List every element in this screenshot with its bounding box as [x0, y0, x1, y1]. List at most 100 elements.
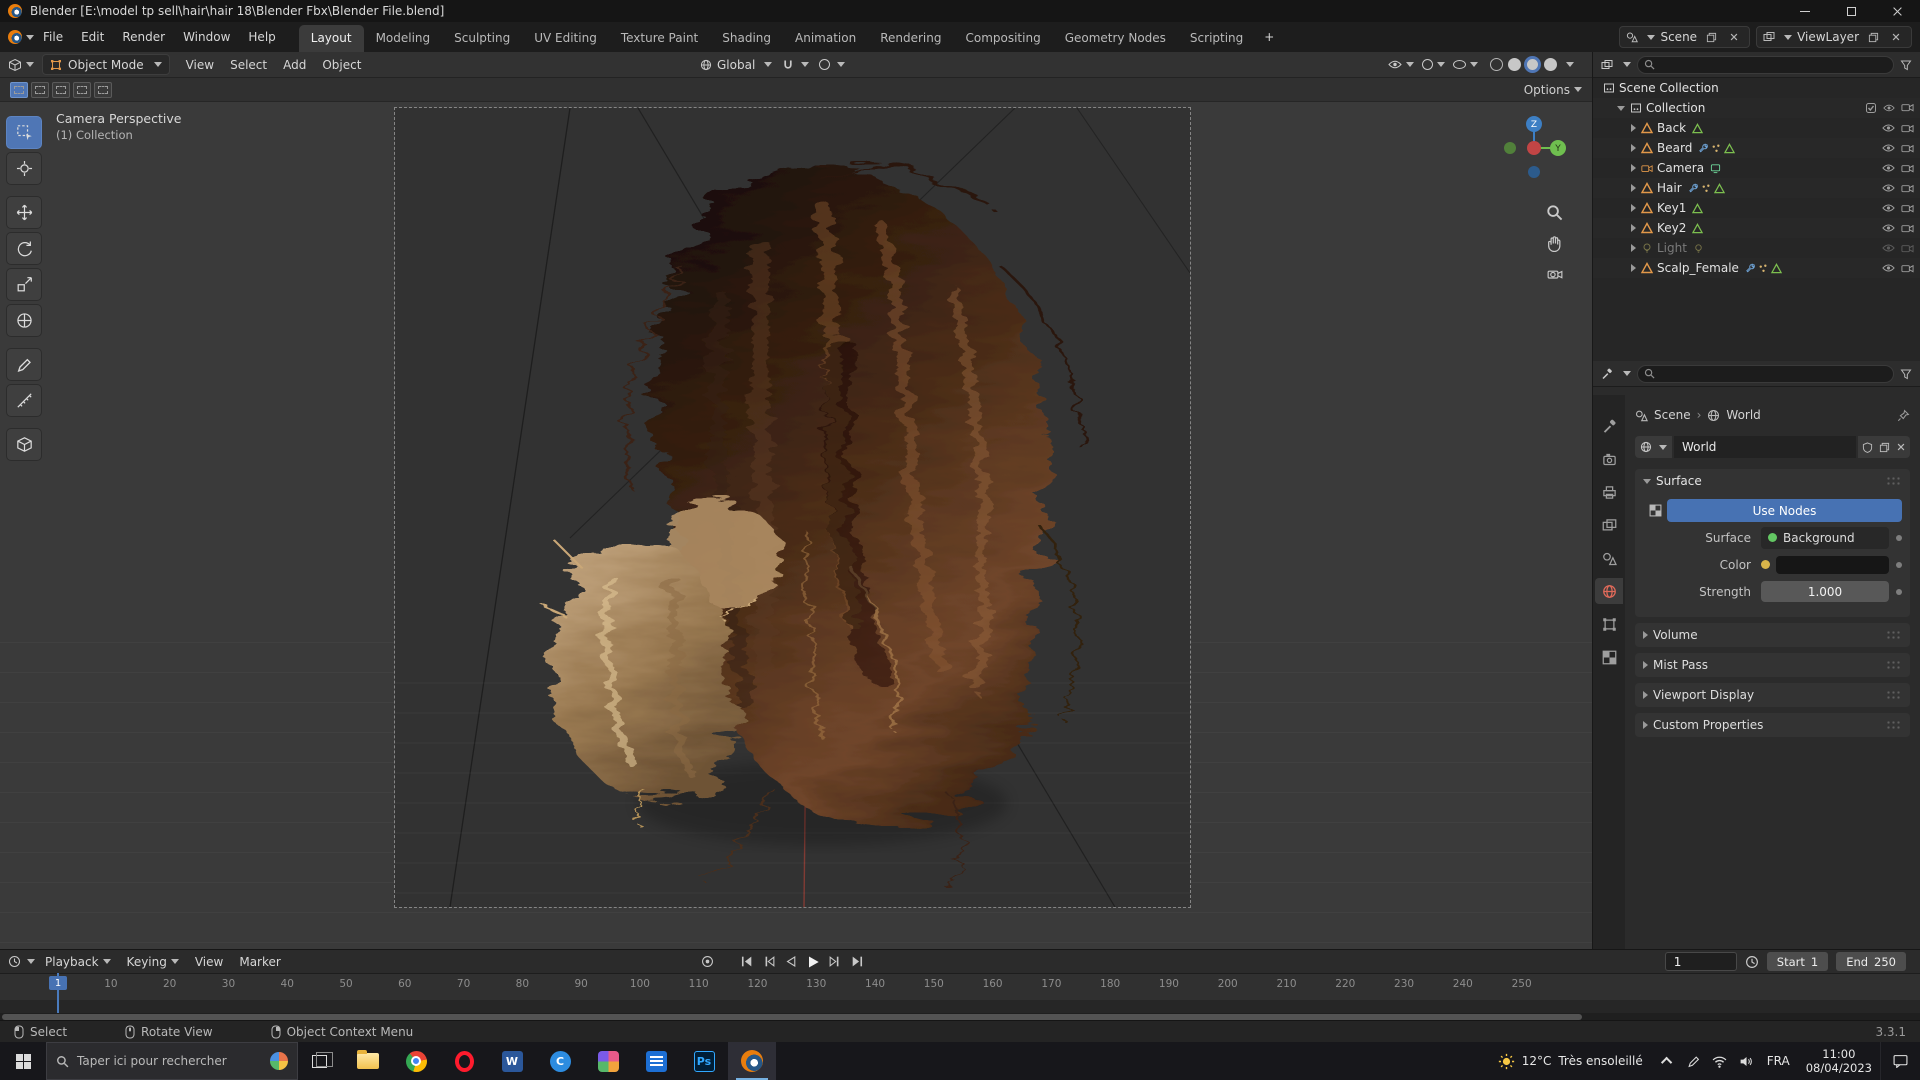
- weather-widget[interactable]: 12°C Très ensoleillé: [1486, 1042, 1655, 1080]
- properties-search-input[interactable]: [1637, 364, 1894, 383]
- collection-checkbox-icon[interactable]: [1865, 102, 1877, 114]
- taskbar-app-chrome[interactable]: [392, 1042, 440, 1080]
- expander-icon[interactable]: [1631, 184, 1636, 192]
- navigation-gizmo[interactable]: Z Y: [1500, 114, 1568, 182]
- shading-wireframe-button[interactable]: [1490, 58, 1503, 71]
- expander-icon[interactable]: [1631, 144, 1636, 152]
- taskbar-app-photoshop[interactable]: Ps: [680, 1042, 728, 1080]
- playback-range-icon[interactable]: [1745, 955, 1759, 969]
- visibility-dropdown[interactable]: [1388, 59, 1414, 70]
- prop-tab-output[interactable]: [1595, 479, 1623, 505]
- new-viewlayer-button[interactable]: [1864, 28, 1882, 46]
- prop-tab-texture[interactable]: [1595, 644, 1623, 670]
- auto-key-toggle[interactable]: [700, 954, 715, 969]
- outliner-item-row[interactable]: Key2: [1593, 218, 1920, 238]
- maximize-button[interactable]: [1828, 0, 1874, 22]
- play-reverse-button[interactable]: [783, 954, 798, 969]
- collapsed-panel[interactable]: Mist Pass: [1635, 653, 1910, 677]
- hide-render-icon[interactable]: [1901, 102, 1914, 112]
- hide-render-icon[interactable]: [1901, 123, 1914, 133]
- prop-tab-object[interactable]: [1595, 611, 1623, 637]
- taskbar-app-blender[interactable]: [728, 1042, 776, 1080]
- hide-render-icon[interactable]: [1901, 223, 1914, 233]
- hide-render-icon[interactable]: [1901, 183, 1914, 193]
- hide-render-icon[interactable]: [1901, 263, 1914, 273]
- filter-icon[interactable]: [1900, 368, 1912, 380]
- collapsed-panel[interactable]: Volume: [1635, 623, 1910, 647]
- workspace-tab[interactable]: Geometry Nodes: [1053, 25, 1178, 52]
- notification-center-button[interactable]: [1880, 1042, 1920, 1080]
- gizmo-x-axis[interactable]: [1527, 141, 1541, 155]
- hide-viewport-icon[interactable]: [1883, 102, 1895, 114]
- unlink-icon[interactable]: [1896, 442, 1906, 452]
- viewport-menu[interactable]: View: [178, 55, 222, 75]
- workspace-tab[interactable]: Sculpting: [442, 25, 522, 52]
- new-scene-button[interactable]: [1702, 28, 1720, 46]
- world-name-field[interactable]: World: [1674, 436, 1856, 458]
- duplicate-icon[interactable]: [1879, 442, 1890, 453]
- breadcrumb-world[interactable]: World: [1726, 408, 1760, 422]
- taskbar-app-c-app[interactable]: C: [536, 1042, 584, 1080]
- viewport-3d[interactable]: Camera Perspective (1) Collection Z Y: [0, 102, 1592, 949]
- outliner-collection-row[interactable]: Collection: [1593, 98, 1920, 118]
- hide-render-icon[interactable]: [1901, 163, 1914, 173]
- annotate-tool[interactable]: [6, 348, 42, 381]
- select-mode-extend-button[interactable]: [31, 81, 49, 98]
- shading-rendered-button[interactable]: [1544, 58, 1557, 71]
- hide-viewport-icon[interactable]: [1882, 123, 1895, 133]
- volume-icon[interactable]: [1733, 1042, 1759, 1080]
- timeline-menu[interactable]: Marker: [231, 952, 288, 972]
- hide-viewport-icon[interactable]: [1882, 223, 1895, 233]
- proportional-edit-toggle[interactable]: [819, 59, 846, 70]
- taskbar-app-media-app[interactable]: [584, 1042, 632, 1080]
- outliner-item-row[interactable]: Beard: [1593, 138, 1920, 158]
- timeline-menu[interactable]: Keying: [119, 952, 187, 972]
- outliner-search-input[interactable]: [1637, 55, 1894, 74]
- prop-tab-tool[interactable]: [1595, 413, 1623, 439]
- snap-toggle[interactable]: [782, 59, 810, 71]
- outliner-editor-icon[interactable]: [1601, 59, 1613, 71]
- scale-tool[interactable]: [6, 268, 42, 301]
- expander-icon[interactable]: [1631, 224, 1636, 232]
- hide-viewport-icon[interactable]: [1882, 203, 1895, 213]
- frame-end-field[interactable]: End 250: [1836, 952, 1906, 971]
- previous-keyframe-button[interactable]: [761, 954, 776, 969]
- fake-user-icon[interactable]: [1862, 442, 1873, 453]
- prop-tab-view-layer[interactable]: [1595, 512, 1623, 538]
- pin-icon[interactable]: [1897, 409, 1910, 422]
- topbar-menu[interactable]: Window: [174, 26, 239, 48]
- select-mode-subtract-button[interactable]: [52, 81, 70, 98]
- jump-to-end-button[interactable]: [850, 954, 865, 969]
- workspace-tab[interactable]: UV Editing: [522, 25, 609, 52]
- minimize-button[interactable]: [1782, 0, 1828, 22]
- playhead-label[interactable]: 1: [49, 976, 67, 990]
- hide-render-icon[interactable]: [1901, 243, 1914, 253]
- timeline-menu[interactable]: View: [187, 952, 231, 972]
- hide-render-icon[interactable]: [1901, 143, 1914, 153]
- options-button[interactable]: Options: [1524, 83, 1582, 97]
- editor-type-icon[interactable]: [8, 58, 22, 72]
- gizmo-z-axis[interactable]: Z: [1531, 120, 1537, 130]
- viewlayer-selector[interactable]: ViewLayer: [1756, 26, 1912, 48]
- strength-slider[interactable]: 1.000: [1761, 581, 1889, 602]
- workspace-tab[interactable]: Scripting: [1178, 25, 1255, 52]
- outliner-root-row[interactable]: Scene Collection: [1593, 78, 1920, 98]
- workspace-tab[interactable]: Shading: [710, 25, 783, 52]
- orientation-dropdown[interactable]: Global: [700, 58, 773, 72]
- gizmos-dropdown[interactable]: [1422, 59, 1445, 70]
- outliner-item-row[interactable]: Light: [1593, 238, 1920, 258]
- expander-icon[interactable]: [1631, 124, 1636, 132]
- panel-grip[interactable]: [1886, 660, 1902, 670]
- workspace-tab[interactable]: Animation: [783, 25, 868, 52]
- keyframe-dot-icon[interactable]: [1896, 588, 1902, 595]
- topbar-menu[interactable]: File: [34, 26, 72, 48]
- taskbar-app-opera[interactable]: [440, 1042, 488, 1080]
- outliner-item-row[interactable]: Scalp_Female: [1593, 258, 1920, 278]
- expander-icon[interactable]: [1631, 204, 1636, 212]
- workspace-tab[interactable]: Layout: [298, 25, 364, 52]
- mode-dropdown[interactable]: Object Mode: [42, 54, 170, 75]
- rotate-tool[interactable]: [6, 232, 42, 265]
- timeline-menu[interactable]: Playback: [37, 952, 119, 972]
- keyframe-dot-icon[interactable]: [1896, 561, 1902, 568]
- remove-viewlayer-button[interactable]: [1887, 28, 1905, 46]
